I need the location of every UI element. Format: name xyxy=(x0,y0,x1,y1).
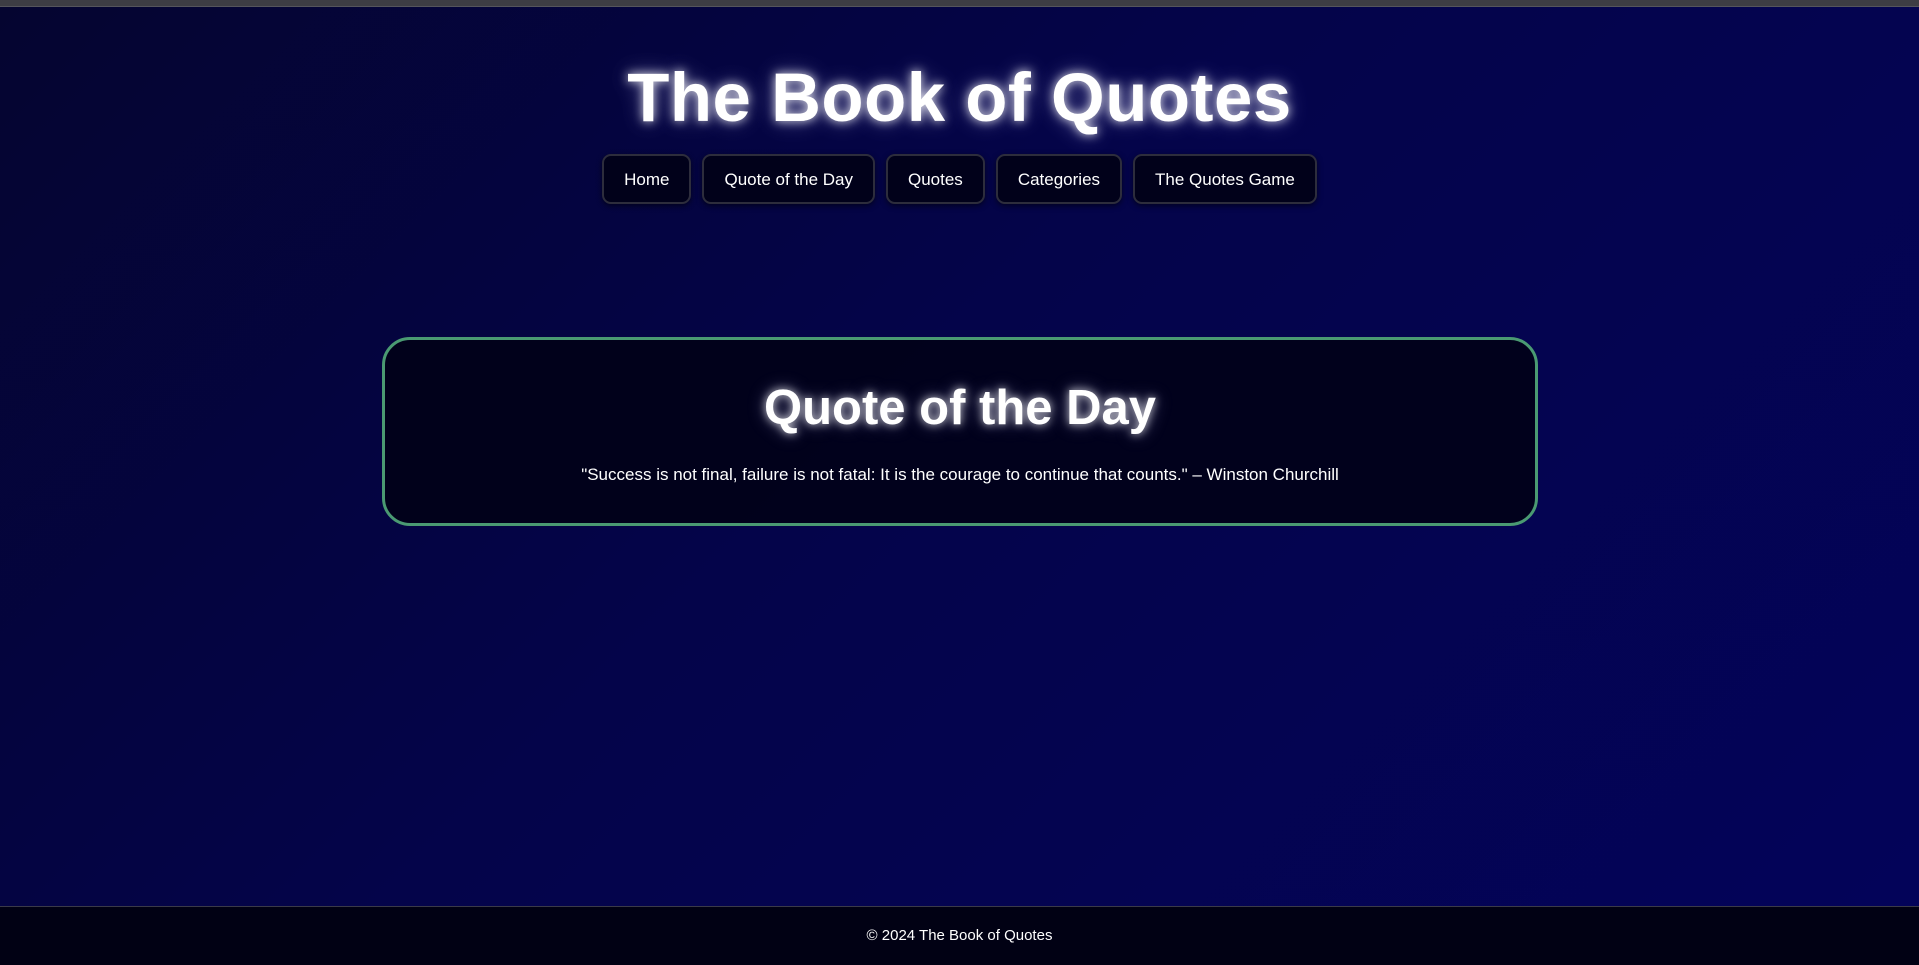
card-title: Quote of the Day xyxy=(763,381,1157,435)
site-title: The Book of Quotes xyxy=(627,59,1292,136)
site-header: The Book of Quotes Home Quote of the Day… xyxy=(0,7,1919,204)
nav-home-button[interactable]: Home xyxy=(602,154,692,204)
nav-quotes-game-button[interactable]: The Quotes Game xyxy=(1133,154,1317,204)
browser-top-strip xyxy=(0,0,1919,7)
quote-of-the-day-card: Quote of the Day "Success is not final, … xyxy=(382,337,1538,526)
footer-copyright: © 2024 The Book of Quotes xyxy=(866,927,1053,944)
main-nav: Home Quote of the Day Quotes Categories … xyxy=(0,154,1919,204)
quote-text: "Success is not final, failure is not fa… xyxy=(581,465,1339,484)
site-footer: © 2024 The Book of Quotes xyxy=(0,906,1919,965)
nav-quote-of-the-day-button[interactable]: Quote of the Day xyxy=(702,154,875,204)
nav-quotes-button[interactable]: Quotes xyxy=(886,154,985,204)
nav-categories-button[interactable]: Categories xyxy=(995,154,1123,204)
